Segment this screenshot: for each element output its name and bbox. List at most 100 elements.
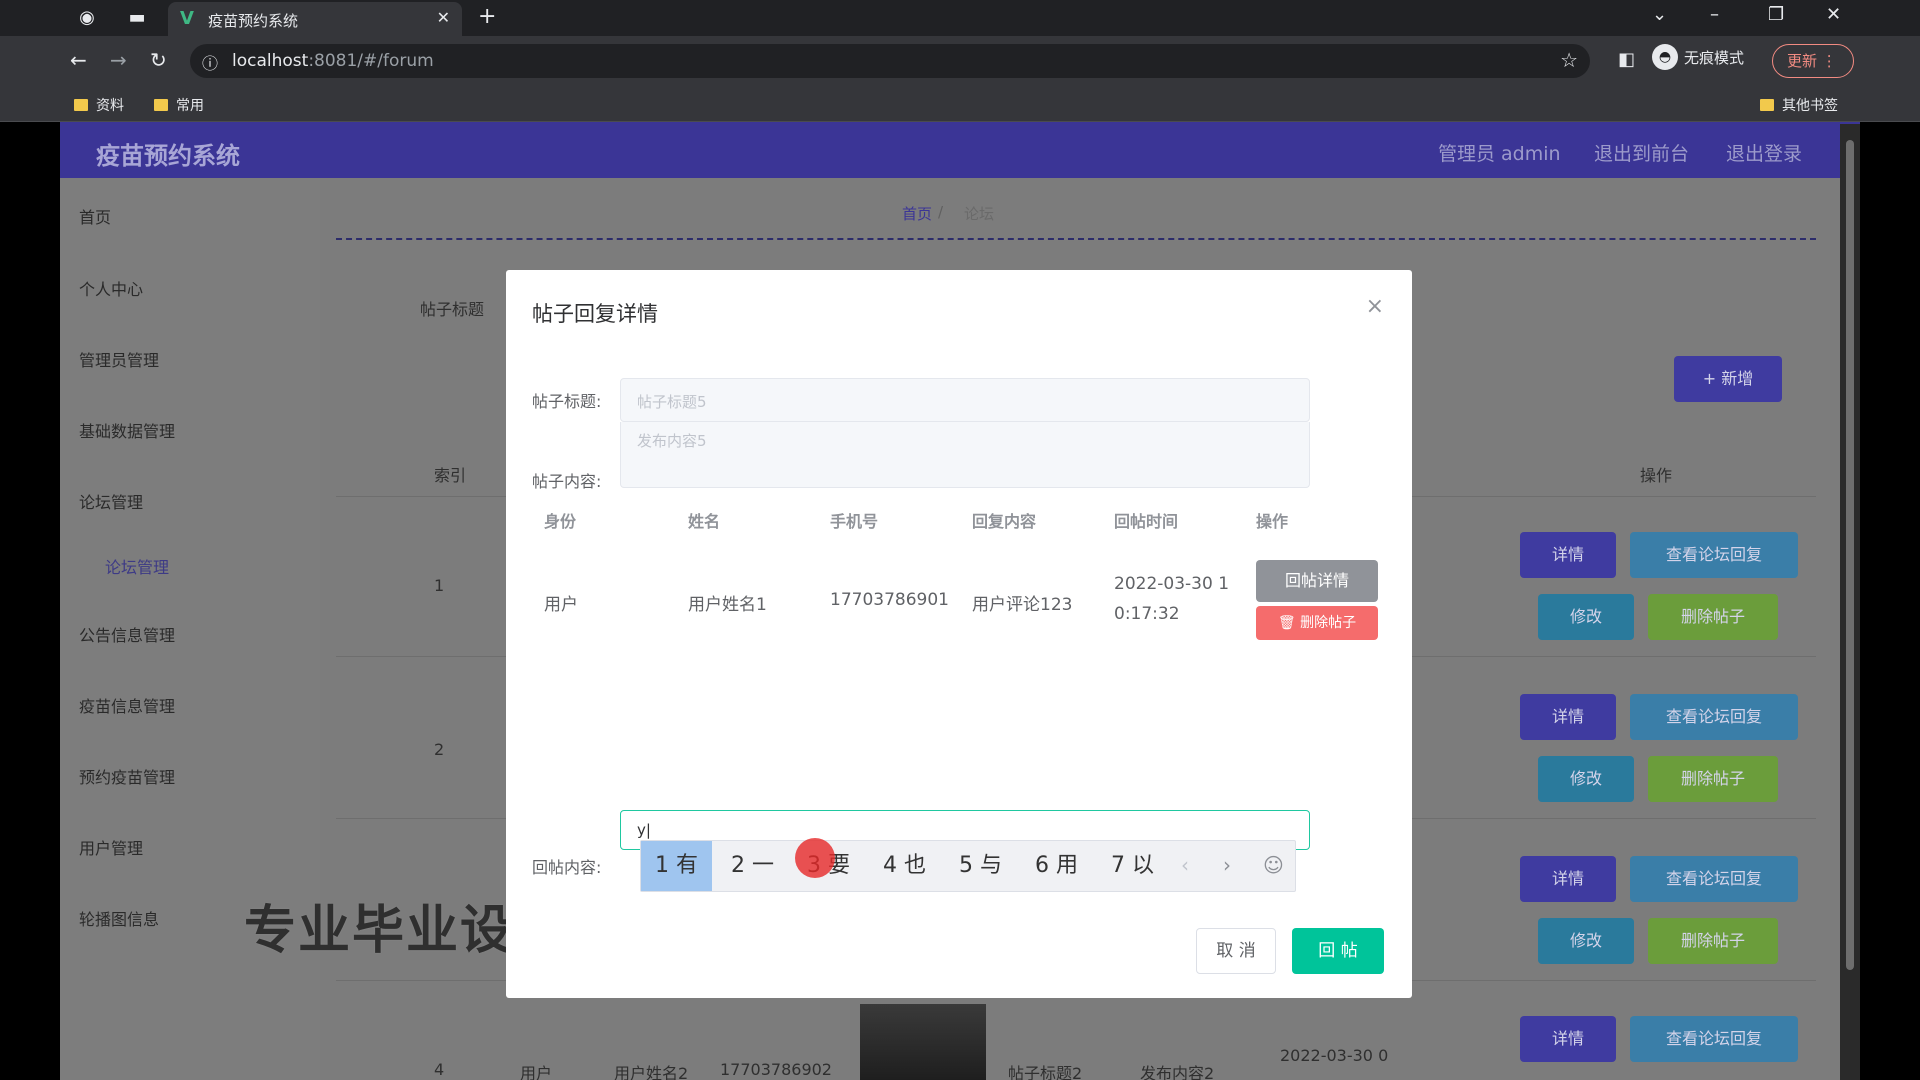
- bookmark-folder-1[interactable]: 资料: [74, 95, 124, 115]
- sidebar-item-basic-data[interactable]: 基础数据管理: [79, 418, 175, 442]
- page-scrollbar[interactable]: [1840, 124, 1860, 1080]
- post-content-label: 帖子内容:: [532, 472, 602, 491]
- row-detail-button[interactable]: 详情: [1520, 1016, 1616, 1062]
- exit-to-front-link[interactable]: 退出到前台: [1594, 139, 1689, 166]
- row-identity: 用户: [520, 1064, 553, 1080]
- new-tab-icon[interactable]: +: [478, 4, 496, 29]
- right-margin: [1860, 122, 1920, 1080]
- url-text: localhost:8081/#/forum: [232, 51, 434, 71]
- sidebar-item-vaccine[interactable]: 疫苗信息管理: [79, 693, 175, 717]
- logout-link[interactable]: 退出登录: [1726, 139, 1802, 166]
- row-view-reply-button[interactable]: 查看论坛回复: [1630, 694, 1798, 740]
- bookmark-star-icon[interactable]: ☆: [1560, 48, 1578, 72]
- post-title-label: 帖子标题:: [532, 392, 602, 411]
- row-edit-button[interactable]: 修改: [1538, 594, 1634, 640]
- row-delete-button[interactable]: 删除帖子: [1648, 756, 1778, 802]
- row-index: 1: [434, 576, 445, 595]
- ime-candidate[interactable]: 4 也: [869, 841, 940, 891]
- tab-active[interactable]: V 疫苗预约系统 ✕: [168, 2, 462, 36]
- reply-identity: 用户: [544, 595, 578, 615]
- row-delete-button[interactable]: 删除帖子: [1648, 918, 1778, 964]
- folder-icon: [154, 99, 168, 111]
- minimize-icon[interactable]: –: [1710, 4, 1719, 25]
- row-edit-button[interactable]: 修改: [1538, 756, 1634, 802]
- other-bookmarks[interactable]: 其他书签: [1760, 95, 1838, 115]
- add-button[interactable]: + 新增: [1674, 356, 1782, 402]
- sidebar-item-home[interactable]: 首页: [79, 204, 111, 228]
- sidebar-item-admin[interactable]: 管理员管理: [79, 347, 159, 371]
- reload-icon[interactable]: ↻: [150, 48, 167, 72]
- sidebar-item-forum[interactable]: 论坛管理: [79, 489, 143, 513]
- row-index: 4: [434, 1060, 445, 1079]
- tab-search-icon[interactable]: ▬: [124, 6, 150, 30]
- ime-candidate[interactable]: 2 一: [717, 841, 788, 891]
- sidebar-item-user[interactable]: 用户管理: [79, 835, 143, 859]
- ime-emoji-icon[interactable]: ☺: [1263, 853, 1284, 877]
- window-close-icon[interactable]: ✕: [1826, 4, 1841, 25]
- app-header: 疫苗预约系统 管理员 admin 退出到前台 退出登录: [60, 122, 1860, 178]
- site-info-icon[interactable]: ⓘ: [202, 50, 218, 74]
- address-bar[interactable]: ⓘ localhost:8081/#/forum ☆: [190, 44, 1590, 78]
- row-detail-button[interactable]: 详情: [1520, 694, 1616, 740]
- row-detail-button[interactable]: 详情: [1520, 856, 1616, 902]
- restore-icon[interactable]: ❐: [1768, 4, 1784, 25]
- ime-candidate[interactable]: 7 以: [1097, 841, 1168, 891]
- sidebar-subitem-forum[interactable]: 论坛管理: [105, 554, 169, 578]
- side-panel-icon[interactable]: ◧: [1618, 49, 1635, 70]
- col-reply-content: 回复内容: [972, 512, 1037, 531]
- post-title-field: 帖子标题5: [620, 378, 1310, 422]
- ime-candidate[interactable]: 5 与: [945, 841, 1016, 891]
- ime-prev-icon[interactable]: ‹: [1181, 853, 1189, 877]
- address-toolbar: ← → ↻ ⓘ localhost:8081/#/forum ☆ ◧ ◓ 无痕模式…: [0, 36, 1920, 86]
- delete-reply-button[interactable]: 🗑 删除帖子: [1256, 606, 1378, 640]
- cancel-button[interactable]: 取 消: [1196, 928, 1276, 974]
- sidebar-item-notice[interactable]: 公告信息管理: [79, 622, 175, 646]
- row-view-reply-button[interactable]: 查看论坛回复: [1630, 1016, 1798, 1062]
- browser-window: ◉ ▬ V 疫苗预约系统 ✕ + ⌄ – ❐ ✕ ← → ↻ ⓘ localho…: [0, 0, 1920, 1080]
- tab-list-icon[interactable]: ⌄: [1652, 4, 1667, 25]
- left-margin: [0, 122, 60, 1080]
- row-phone: 17703786902: [720, 1060, 832, 1079]
- row-name: 用户姓名2: [614, 1064, 689, 1080]
- forward-icon[interactable]: →: [110, 48, 127, 72]
- scrollbar-thumb[interactable]: [1846, 140, 1854, 970]
- col-identity: 身份: [544, 512, 577, 531]
- browser-menu-icon[interactable]: ◉: [74, 6, 100, 30]
- col-phone: 手机号: [830, 512, 879, 531]
- reply-content-label: 回帖内容:: [532, 858, 602, 877]
- sidebar-item-profile[interactable]: 个人中心: [79, 276, 143, 300]
- sidebar-item-carousel[interactable]: 轮播图信息: [79, 906, 159, 930]
- app-brand: 疫苗预约系统: [96, 142, 240, 170]
- submit-reply-button[interactable]: 回 帖: [1292, 928, 1384, 974]
- breadcrumb-current: 论坛: [964, 205, 995, 223]
- col-header-actions: 操作: [1640, 466, 1673, 485]
- ime-candidate[interactable]: 1 有: [641, 841, 712, 891]
- tab-strip: ◉ ▬ V 疫苗预约系统 ✕ + ⌄ – ❐ ✕: [0, 0, 1920, 36]
- col-name: 姓名: [688, 512, 721, 531]
- update-button[interactable]: 更新 ⋮: [1772, 44, 1854, 78]
- reply-time-line1: 2022-03-30 1: [1114, 574, 1230, 594]
- reply-content: 用户评论123: [972, 595, 1073, 615]
- reply-time-line2: 0:17:32: [1114, 604, 1180, 624]
- post-content-field: 发布内容5: [620, 422, 1310, 488]
- breadcrumb-home[interactable]: 首页: [902, 203, 932, 224]
- folder-icon: [1760, 99, 1774, 111]
- incognito-indicator[interactable]: ◓ 无痕模式: [1652, 44, 1744, 78]
- row-delete-button[interactable]: 删除帖子: [1648, 594, 1778, 640]
- tab-close-icon[interactable]: ✕: [437, 8, 450, 27]
- ime-next-icon[interactable]: ›: [1223, 853, 1231, 877]
- dialog-close-icon[interactable]: ×: [1366, 294, 1384, 319]
- row-edit-button[interactable]: 修改: [1538, 918, 1634, 964]
- reply-detail-button[interactable]: 回帖详情: [1256, 560, 1378, 602]
- col-actions: 操作: [1256, 512, 1289, 531]
- row-view-reply-button[interactable]: 查看论坛回复: [1630, 856, 1798, 902]
- back-icon[interactable]: ←: [70, 48, 87, 72]
- bookmark-folder-2[interactable]: 常用: [154, 95, 204, 115]
- row-view-reply-button[interactable]: 查看论坛回复: [1630, 532, 1798, 578]
- reply-phone: 17703786901: [830, 590, 949, 610]
- sidebar-item-appointment[interactable]: 预约疫苗管理: [79, 764, 175, 788]
- ime-candidate[interactable]: 6 用: [1021, 841, 1092, 891]
- dialog-title: 帖子回复详情: [532, 302, 658, 326]
- col-header-index: 索引: [434, 466, 467, 485]
- row-detail-button[interactable]: 详情: [1520, 532, 1616, 578]
